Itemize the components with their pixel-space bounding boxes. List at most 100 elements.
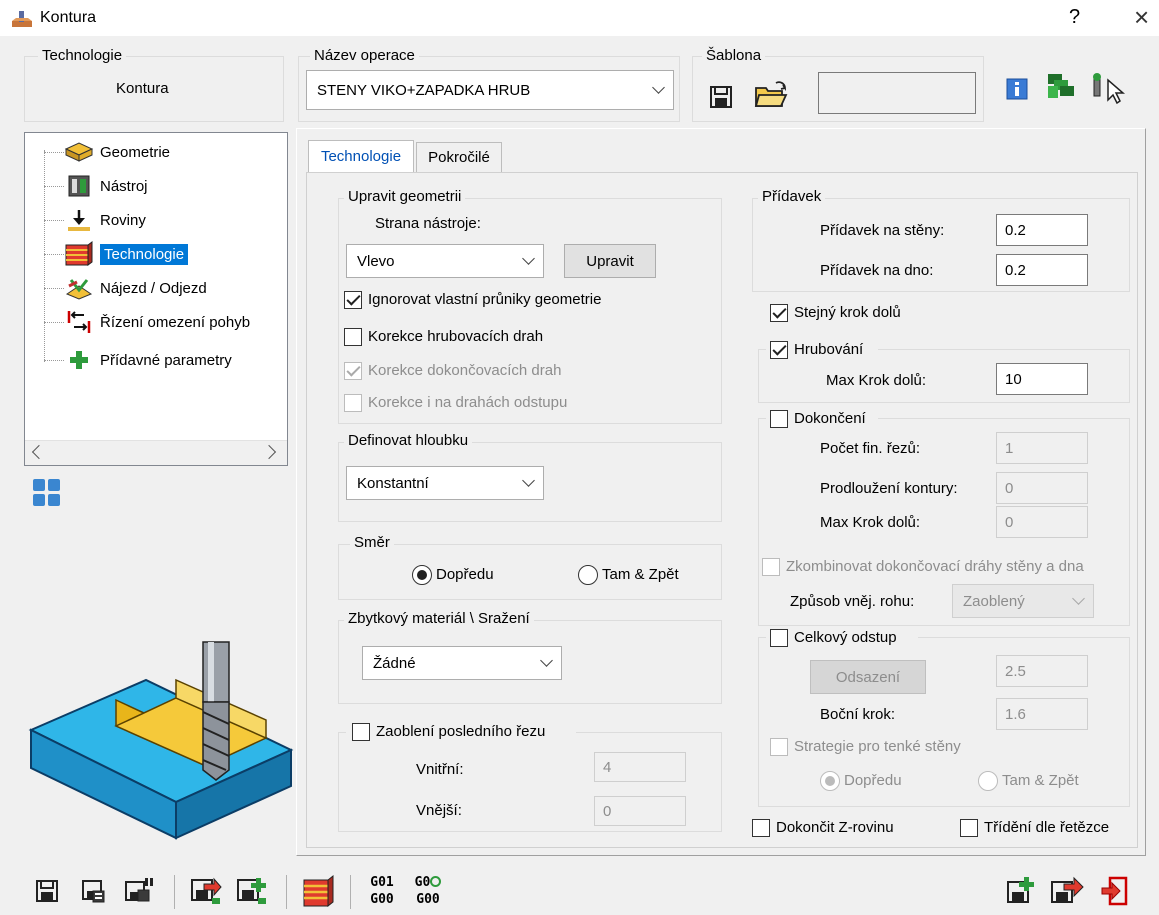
smer-tam-label: Tam & Zpět	[602, 566, 679, 583]
help-button[interactable]: ?	[1069, 6, 1080, 29]
tree-item-technologie[interactable]: Technologie	[44, 240, 189, 268]
g00-label: G00	[416, 892, 440, 907]
zaobleni-checkbox[interactable]	[352, 723, 370, 741]
zbytkovy-title: Zbytkový materiál \ Sražení	[344, 610, 534, 627]
tree-item-nastroj[interactable]: Nástroj	[44, 172, 148, 200]
add-operation-icon[interactable]	[1006, 876, 1036, 906]
tab-pokrocile[interactable]: Pokročilé	[416, 142, 502, 172]
bocni-krok-label: Boční krok:	[820, 706, 896, 723]
exit-icon[interactable]	[1100, 876, 1130, 906]
tree-item-roviny[interactable]: Roviny	[44, 206, 146, 234]
korekce-odstup-checkbox[interactable]	[344, 394, 362, 412]
save-icon[interactable]	[34, 878, 60, 904]
nazev-operace-combo[interactable]: STENY VIKO+ZAPADKA HRUB	[306, 70, 674, 110]
pridavek-dno-label: Přídavek na dno:	[820, 262, 934, 279]
strategie-checkbox[interactable]	[770, 738, 788, 756]
window-title: Kontura	[40, 9, 97, 26]
select-cursor-icon[interactable]	[1090, 72, 1130, 104]
export-icon[interactable]	[190, 876, 222, 906]
odsazeni-button[interactable]: Odsazení	[810, 660, 926, 694]
tree-item-label-selected: Technologie	[100, 243, 189, 265]
ignorovat-label: Ignorovat vlastní průniky geometrie	[368, 291, 602, 308]
hloubka-title: Definovat hloubku	[344, 432, 473, 449]
save-template-icon[interactable]	[708, 84, 734, 110]
vnitrni-field[interactable]: 4	[594, 752, 686, 782]
pridavek-dno-field[interactable]: 0.2	[996, 254, 1088, 286]
technology-stack-icon[interactable]	[302, 874, 334, 908]
korekce-hrub-checkbox[interactable]	[344, 328, 362, 346]
celkovy-tam-label: Tam & Zpět	[1002, 772, 1079, 789]
celkovy-title: Celkový odstup	[794, 629, 897, 646]
gcode-g0-button[interactable]: G0 G00	[408, 874, 448, 910]
smer-dopredu-radio[interactable]	[412, 565, 432, 585]
hrubovani-max-krok-label: Max Krok dolů:	[826, 372, 927, 389]
strana-nastroje-value: Vlevo	[357, 252, 395, 270]
tree-item-label: Přídavné parametry	[100, 351, 232, 369]
hloubka-combo[interactable]: Konstantní	[346, 466, 544, 500]
upravit-button[interactable]: Upravit	[564, 244, 656, 278]
dokonceni-checkbox[interactable]	[770, 410, 788, 428]
motion-limit-icon	[64, 310, 94, 334]
ignorovat-checkbox[interactable]	[344, 291, 362, 309]
gcode-g01-button[interactable]: G01 G00	[364, 874, 400, 910]
zpusob-combo[interactable]: Zaoblený	[952, 584, 1094, 618]
celkovy-checkbox[interactable]	[770, 629, 788, 647]
trideni-label: Třídění dle řetězce	[984, 819, 1110, 836]
close-button[interactable]: ×	[1134, 2, 1149, 33]
grid-view-icon[interactable]	[32, 478, 62, 508]
approach-icon	[64, 276, 94, 300]
tree-item-geometrie[interactable]: Geometrie	[44, 138, 170, 166]
korekce-dok-checkbox[interactable]	[344, 362, 362, 380]
toolbar-separator	[286, 875, 287, 909]
tree-item-najezd[interactable]: Nájezd / Odjezd	[44, 274, 207, 302]
vnejsi-field[interactable]: 0	[594, 796, 686, 826]
korekce-dok-label: Korekce dokončovacích drah	[368, 362, 562, 379]
tree-item-label: Řízení omezení pohyb	[100, 313, 251, 331]
tree-item-label: Geometrie	[100, 143, 171, 161]
celkovy-tam-radio[interactable]	[978, 771, 998, 791]
nazev-group-title: Název operace	[310, 47, 419, 64]
import-icon[interactable]	[236, 876, 268, 906]
save-as-icon[interactable]	[80, 878, 106, 904]
bocni-krok-field[interactable]: 1.6	[996, 698, 1088, 730]
dokonceni-max-krok-field[interactable]: 0	[996, 506, 1088, 538]
info-icon[interactable]	[1006, 78, 1028, 100]
planes-icon	[64, 208, 94, 232]
zkombinovat-checkbox[interactable]	[762, 558, 780, 576]
settings-circle-icon	[430, 876, 442, 887]
zbytkovy-combo[interactable]: Žádné	[362, 646, 562, 680]
template-field[interactable]	[818, 72, 976, 114]
save-exit-icon[interactable]	[1050, 876, 1084, 906]
toolbar-separator	[174, 875, 175, 909]
dokonceni-title: Dokončení	[794, 410, 866, 427]
celkovy-dopredu-radio[interactable]	[820, 771, 840, 791]
strana-nastroje-label: Strana nástroje:	[375, 215, 481, 232]
tree-item-label: Nájezd / Odjezd	[100, 279, 207, 297]
tree-item-pridavne[interactable]: Přídavné parametry	[44, 346, 232, 374]
prodlouzeni-field[interactable]: 0	[996, 472, 1088, 504]
hrubovani-max-krok-field[interactable]: 10	[996, 363, 1088, 395]
strana-nastroje-combo[interactable]: Vlevo	[346, 244, 544, 278]
tree-scrollbar[interactable]	[25, 440, 287, 465]
toolbar-separator	[350, 875, 351, 909]
dokoncit-z-checkbox[interactable]	[752, 819, 770, 837]
chevron-down-icon	[652, 81, 665, 94]
hrubovani-checkbox[interactable]	[770, 341, 788, 359]
prodlouzeni-label: Prodloužení kontury:	[820, 480, 958, 497]
smer-title: Směr	[350, 534, 394, 551]
chevron-down-icon	[1072, 592, 1085, 605]
save-all-icon[interactable]	[124, 876, 154, 904]
smer-tam-radio[interactable]	[578, 565, 598, 585]
simulation-icon[interactable]	[1046, 72, 1080, 104]
odsazeni-field[interactable]: 2.5	[996, 655, 1088, 687]
pocet-fin-label: Počet fin. řezů:	[820, 440, 921, 457]
stejny-krok-checkbox[interactable]	[770, 304, 788, 322]
pocet-fin-field[interactable]: 1	[996, 432, 1088, 464]
tree-item-rizeni[interactable]: Řízení omezení pohyb	[44, 308, 250, 336]
technologie-value: Kontura	[116, 80, 169, 97]
zpusob-label: Způsob vněj. rohu:	[790, 593, 915, 610]
trideni-checkbox[interactable]	[960, 819, 978, 837]
open-folder-icon[interactable]	[754, 80, 788, 110]
pridavek-steny-field[interactable]: 0.2	[996, 214, 1088, 246]
tab-technologie[interactable]: Technologie	[308, 140, 414, 172]
